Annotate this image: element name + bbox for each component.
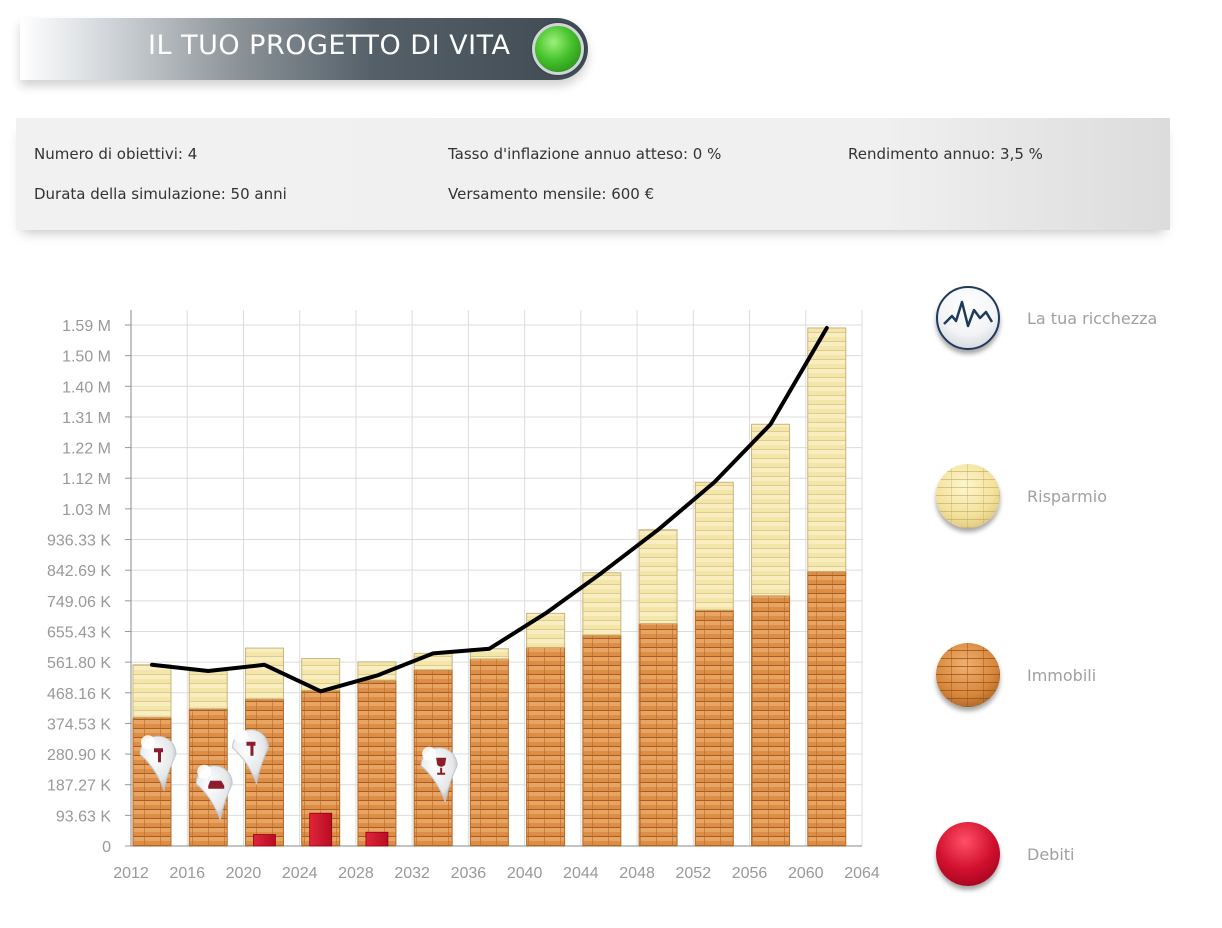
pin-highlight: [233, 728, 248, 743]
bar-savings-2016: [188, 670, 228, 710]
x-tick-label: 2036: [451, 865, 487, 882]
x-tick-label: 2012: [113, 865, 149, 882]
x-tick-label: 2024: [282, 865, 318, 882]
debt-icon: [936, 822, 1000, 886]
y-tick-label: 0: [102, 839, 111, 856]
bar-savings-2032: [413, 652, 453, 671]
x-tick-label: 2032: [394, 865, 430, 882]
bar-debt-2028: [365, 831, 389, 847]
y-axis: 0 93.63 K 187.27 K 280.90 K 374.53 K 468.16 K…: [47, 310, 132, 856]
bar-property-2052: [694, 609, 734, 847]
bar-debt-2024: [309, 812, 333, 847]
y-tick-label: 1.59 M: [62, 318, 111, 335]
x-tick-label: 2020: [226, 865, 262, 882]
bar-savings-2012: [132, 664, 172, 718]
y-tick-label: 1.12 M: [62, 471, 111, 488]
bar-savings-2040: [526, 612, 566, 648]
pin-highlight: [141, 735, 155, 750]
y-tick-label: 1.03 M: [62, 502, 111, 519]
y-tick-label: 842.69 K: [47, 563, 111, 580]
x-tick-label: 2028: [338, 865, 374, 882]
bar-property-2044: [582, 634, 622, 847]
y-tick-label: 936.33 K: [47, 533, 111, 550]
bar-property-2056: [751, 595, 791, 847]
x-tick-label: 2048: [619, 865, 655, 882]
y-tick-label: 468.16 K: [47, 686, 111, 703]
y-tick-label: 561.80 K: [47, 655, 111, 672]
legend-label-property: Immobili: [1027, 666, 1097, 685]
wealth-chart: 0 93.63 K 187.27 K 280.90 K 374.53 K 468.16 K…: [47, 310, 880, 882]
bar-savings-2052: [694, 481, 734, 611]
pin-highlight: [422, 746, 437, 761]
x-tick-label: 2060: [788, 865, 824, 882]
y-tick-label: 93.63 K: [56, 808, 111, 825]
wealth-line-icon: [936, 286, 1000, 350]
legend-label-wealth: La tua ricchezza: [1027, 309, 1158, 328]
x-tick-label: 2056: [732, 865, 768, 882]
x-tick-label: 2064: [844, 865, 880, 882]
y-tick-label: 1.40 M: [62, 379, 111, 396]
bar-savings-2048: [638, 529, 678, 625]
pin-highlight: [197, 764, 212, 779]
bar-property-2040: [526, 646, 566, 847]
bar-property-2060: [807, 570, 847, 847]
x-tick-label: 2044: [563, 865, 599, 882]
bar-debt-2020: [253, 834, 276, 847]
car-icon: [208, 780, 225, 789]
y-tick-label: 1.31 M: [62, 410, 111, 427]
x-tick-label: 2052: [676, 865, 712, 882]
bar-property-2028: [357, 679, 397, 847]
y-tick-label: 280.90 K: [47, 747, 111, 764]
legend-label-debt: Debiti: [1027, 845, 1075, 864]
bar-savings-2020: [244, 647, 284, 700]
legend-label-savings: Risparmio: [1027, 487, 1107, 506]
x-tick-label: 2016: [169, 865, 205, 882]
y-tick-label: 1.50 M: [62, 349, 111, 366]
y-tick-label: 187.27 K: [47, 778, 111, 795]
y-tick-label: 749.06 K: [47, 594, 111, 611]
y-tick-label: 1.22 M: [62, 441, 111, 458]
x-axis: 2012 2016 2020 2024 2028 2032 2036 2040 2044 2048…: [113, 845, 880, 882]
savings-icon: [936, 464, 1000, 528]
x-tick-label: 2040: [507, 865, 543, 882]
bar-savings-2060: [807, 327, 847, 572]
y-tick-label: 374.53 K: [47, 716, 111, 733]
bar-savings-2056: [751, 423, 791, 597]
y-tick-label: 655.43 K: [47, 624, 111, 641]
bar-property-2036: [469, 658, 509, 847]
chart-bars: [132, 327, 847, 847]
bar-property-2048: [638, 623, 678, 847]
brick-icon: [936, 643, 1000, 707]
